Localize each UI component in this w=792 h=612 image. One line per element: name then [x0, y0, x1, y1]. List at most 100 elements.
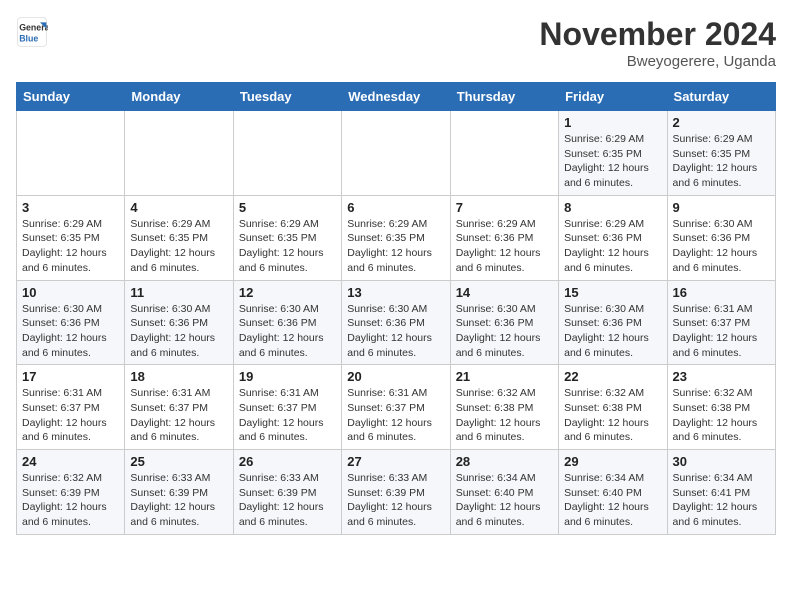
day-number: 8	[564, 200, 661, 215]
logo-icon: General Blue	[16, 16, 48, 48]
day-cell: 21 Sunrise: 6:32 AM Sunset: 6:38 PM Dayli…	[450, 365, 558, 450]
day-detail: Sunrise: 6:34 AM Sunset: 6:41 PM Dayligh…	[673, 471, 770, 530]
day-number: 24	[22, 454, 119, 469]
day-detail: Sunrise: 6:32 AM Sunset: 6:38 PM Dayligh…	[673, 386, 770, 445]
day-cell: 12 Sunrise: 6:30 AM Sunset: 6:36 PM Dayli…	[233, 280, 341, 365]
day-cell	[17, 111, 125, 196]
title-area: November 2024 Bweyogerere, Uganda	[539, 16, 776, 70]
day-cell: 22 Sunrise: 6:32 AM Sunset: 6:38 PM Dayli…	[559, 365, 667, 450]
day-number: 15	[564, 285, 661, 300]
day-detail: Sunrise: 6:29 AM Sunset: 6:35 PM Dayligh…	[673, 132, 770, 191]
day-cell	[125, 111, 233, 196]
day-number: 25	[130, 454, 227, 469]
day-number: 10	[22, 285, 119, 300]
week-row-3: 10 Sunrise: 6:30 AM Sunset: 6:36 PM Dayli…	[17, 280, 776, 365]
day-number: 4	[130, 200, 227, 215]
day-detail: Sunrise: 6:31 AM Sunset: 6:37 PM Dayligh…	[239, 386, 336, 445]
day-number: 13	[347, 285, 444, 300]
day-cell: 18 Sunrise: 6:31 AM Sunset: 6:37 PM Dayli…	[125, 365, 233, 450]
day-number: 19	[239, 369, 336, 384]
day-cell: 24 Sunrise: 6:32 AM Sunset: 6:39 PM Dayli…	[17, 450, 125, 535]
day-number: 11	[130, 285, 227, 300]
day-number: 27	[347, 454, 444, 469]
col-header-thursday: Thursday	[450, 83, 558, 111]
day-number: 17	[22, 369, 119, 384]
day-detail: Sunrise: 6:32 AM Sunset: 6:39 PM Dayligh…	[22, 471, 119, 530]
day-cell: 8 Sunrise: 6:29 AM Sunset: 6:36 PM Daylig…	[559, 195, 667, 280]
day-number: 22	[564, 369, 661, 384]
day-cell: 3 Sunrise: 6:29 AM Sunset: 6:35 PM Daylig…	[17, 195, 125, 280]
location: Bweyogerere, Uganda	[539, 53, 776, 70]
day-cell: 15 Sunrise: 6:30 AM Sunset: 6:36 PM Dayli…	[559, 280, 667, 365]
day-cell: 25 Sunrise: 6:33 AM Sunset: 6:39 PM Dayli…	[125, 450, 233, 535]
day-detail: Sunrise: 6:31 AM Sunset: 6:37 PM Dayligh…	[130, 386, 227, 445]
day-detail: Sunrise: 6:34 AM Sunset: 6:40 PM Dayligh…	[564, 471, 661, 530]
day-detail: Sunrise: 6:29 AM Sunset: 6:35 PM Dayligh…	[564, 132, 661, 191]
day-detail: Sunrise: 6:34 AM Sunset: 6:40 PM Dayligh…	[456, 471, 553, 530]
day-cell: 2Sunrise: 6:29 AM Sunset: 6:35 PM Daylig…	[667, 111, 775, 196]
day-cell	[233, 111, 341, 196]
day-number: 6	[347, 200, 444, 215]
day-detail: Sunrise: 6:29 AM Sunset: 6:35 PM Dayligh…	[22, 217, 119, 276]
col-header-sunday: Sunday	[17, 83, 125, 111]
day-detail: Sunrise: 6:32 AM Sunset: 6:38 PM Dayligh…	[456, 386, 553, 445]
day-number: 9	[673, 200, 770, 215]
day-detail: Sunrise: 6:30 AM Sunset: 6:36 PM Dayligh…	[22, 302, 119, 361]
day-cell: 13 Sunrise: 6:30 AM Sunset: 6:36 PM Dayli…	[342, 280, 450, 365]
day-cell: 1Sunrise: 6:29 AM Sunset: 6:35 PM Daylig…	[559, 111, 667, 196]
col-header-friday: Friday	[559, 83, 667, 111]
day-cell: 7Sunrise: 6:29 AM Sunset: 6:36 PM Daylig…	[450, 195, 558, 280]
day-detail: Sunrise: 6:30 AM Sunset: 6:36 PM Dayligh…	[347, 302, 444, 361]
day-detail: Sunrise: 6:33 AM Sunset: 6:39 PM Dayligh…	[239, 471, 336, 530]
day-detail: Sunrise: 6:29 AM Sunset: 6:35 PM Dayligh…	[239, 217, 336, 276]
day-cell: 28 Sunrise: 6:34 AM Sunset: 6:40 PM Dayli…	[450, 450, 558, 535]
day-cell: 30 Sunrise: 6:34 AM Sunset: 6:41 PM Dayli…	[667, 450, 775, 535]
day-cell: 11Sunrise: 6:30 AM Sunset: 6:36 PM Dayli…	[125, 280, 233, 365]
col-header-wednesday: Wednesday	[342, 83, 450, 111]
svg-text:Blue: Blue	[19, 34, 38, 44]
day-number: 29	[564, 454, 661, 469]
day-number: 12	[239, 285, 336, 300]
day-detail: Sunrise: 6:30 AM Sunset: 6:36 PM Dayligh…	[456, 302, 553, 361]
day-number: 26	[239, 454, 336, 469]
day-cell	[450, 111, 558, 196]
calendar-table: SundayMondayTuesdayWednesdayThursdayFrid…	[16, 82, 776, 535]
day-detail: Sunrise: 6:30 AM Sunset: 6:36 PM Dayligh…	[673, 217, 770, 276]
day-number: 18	[130, 369, 227, 384]
day-number: 14	[456, 285, 553, 300]
day-cell: 29 Sunrise: 6:34 AM Sunset: 6:40 PM Dayli…	[559, 450, 667, 535]
day-number: 16	[673, 285, 770, 300]
day-cell: 6 Sunrise: 6:29 AM Sunset: 6:35 PM Daylig…	[342, 195, 450, 280]
day-cell: 14 Sunrise: 6:30 AM Sunset: 6:36 PM Dayli…	[450, 280, 558, 365]
day-cell: 19 Sunrise: 6:31 AM Sunset: 6:37 PM Dayli…	[233, 365, 341, 450]
day-detail: Sunrise: 6:30 AM Sunset: 6:36 PM Dayligh…	[564, 302, 661, 361]
day-number: 5	[239, 200, 336, 215]
day-detail: Sunrise: 6:29 AM Sunset: 6:36 PM Dayligh…	[564, 217, 661, 276]
day-number: 7	[456, 200, 553, 215]
day-cell: 17 Sunrise: 6:31 AM Sunset: 6:37 PM Dayli…	[17, 365, 125, 450]
logo: General Blue	[16, 16, 48, 48]
day-number: 28	[456, 454, 553, 469]
day-detail: Sunrise: 6:29 AM Sunset: 6:35 PM Dayligh…	[130, 217, 227, 276]
day-detail: Sunrise: 6:29 AM Sunset: 6:35 PM Dayligh…	[347, 217, 444, 276]
day-detail: Sunrise: 6:31 AM Sunset: 6:37 PM Dayligh…	[22, 386, 119, 445]
day-detail: Sunrise: 6:33 AM Sunset: 6:39 PM Dayligh…	[347, 471, 444, 530]
day-number: 3	[22, 200, 119, 215]
week-row-2: 3 Sunrise: 6:29 AM Sunset: 6:35 PM Daylig…	[17, 195, 776, 280]
day-number: 21	[456, 369, 553, 384]
week-row-1: 1Sunrise: 6:29 AM Sunset: 6:35 PM Daylig…	[17, 111, 776, 196]
day-cell: 26 Sunrise: 6:33 AM Sunset: 6:39 PM Dayli…	[233, 450, 341, 535]
header-row: SundayMondayTuesdayWednesdayThursdayFrid…	[17, 83, 776, 111]
day-detail: Sunrise: 6:31 AM Sunset: 6:37 PM Dayligh…	[673, 302, 770, 361]
day-detail: Sunrise: 6:30 AM Sunset: 6:36 PM Dayligh…	[239, 302, 336, 361]
day-cell: 20Sunrise: 6:31 AM Sunset: 6:37 PM Dayli…	[342, 365, 450, 450]
day-detail: Sunrise: 6:33 AM Sunset: 6:39 PM Dayligh…	[130, 471, 227, 530]
day-detail: Sunrise: 6:32 AM Sunset: 6:38 PM Dayligh…	[564, 386, 661, 445]
day-number: 30	[673, 454, 770, 469]
day-cell: 27 Sunrise: 6:33 AM Sunset: 6:39 PM Dayli…	[342, 450, 450, 535]
day-number: 20	[347, 369, 444, 384]
header: General Blue November 2024 Bweyogerere, …	[16, 16, 776, 70]
month-title: November 2024	[539, 16, 776, 53]
col-header-saturday: Saturday	[667, 83, 775, 111]
col-header-monday: Monday	[125, 83, 233, 111]
